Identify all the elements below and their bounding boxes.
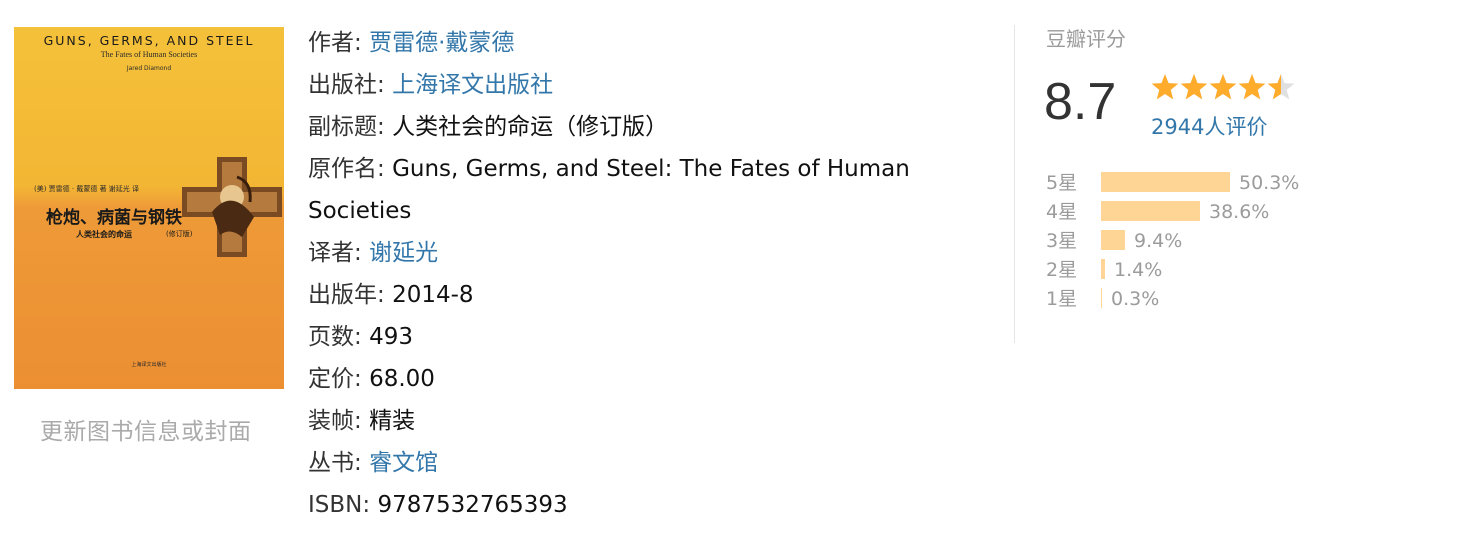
star-icon	[1267, 74, 1295, 100]
rating-percent: 38.6%	[1209, 201, 1270, 223]
subtitle-value: 人类社会的命运（修订版）	[392, 114, 669, 140]
original-title-label: 原作名:	[308, 156, 385, 182]
cover-author-en: Jared Diamond	[126, 65, 172, 72]
rating-row-label: 2星	[1046, 259, 1078, 281]
publish-year-label: 出版年:	[308, 282, 385, 308]
rating-bar	[1101, 172, 1230, 192]
rating-row-2: 2星 1.4%	[1046, 256, 1346, 285]
rating-bar	[1101, 259, 1105, 279]
price-row: 定价: 68.00	[308, 358, 968, 400]
translator-row: 译者: 谢延光	[308, 232, 968, 274]
rating-percent: 0.3%	[1111, 288, 1160, 310]
rating-row-label: 1星	[1046, 288, 1078, 310]
isbn-row: ISBN: 9787532765393	[308, 484, 968, 526]
price-value: 68.00	[369, 366, 435, 392]
rating-bar	[1101, 288, 1102, 308]
book-cover[interactable]: GUNS, GERMS, AND STEEL The Fates of Huma…	[14, 27, 284, 389]
section-divider	[1014, 25, 1015, 343]
series-label: 丛书:	[308, 450, 362, 476]
publisher-label: 出版社:	[308, 72, 385, 98]
rating-score: 8.7	[1044, 73, 1117, 131]
rating-distribution: 5星 50.3% 4星 38.6% 3星 9.4% 2星 1.4% 1星 0.3…	[1046, 169, 1346, 314]
update-book-info-link[interactable]: 更新图书信息或封面	[40, 412, 252, 446]
series-row: 丛书: 睿文馆	[308, 442, 968, 484]
price-label: 定价:	[308, 366, 362, 392]
rating-row-label: 5星	[1046, 172, 1078, 194]
cover-title-cn: 枪炮、病菌与钢铁	[46, 208, 182, 228]
rating-row-3: 3星 9.4%	[1046, 227, 1346, 256]
rating-title: 豆瓣评分	[1046, 27, 1126, 51]
author-label: 作者:	[308, 30, 362, 56]
original-title-value: Guns, Germs, and Steel: The Fates of Hum…	[308, 156, 910, 224]
cover-subtitle-en: The Fates of Human Societies	[100, 50, 198, 59]
star-icon	[1151, 74, 1179, 100]
cover-publisher: 上海译文出版社	[131, 362, 167, 368]
isbn-value: 9787532765393	[377, 492, 568, 518]
book-info: 作者: 贾雷德·戴蒙德 出版社: 上海译文出版社 副标题: 人类社会的命运（修订…	[308, 22, 968, 526]
rating-stars	[1151, 73, 1301, 107]
publish-year-value: 2014-8	[392, 282, 474, 308]
pages-value: 493	[369, 324, 413, 350]
cover-subtitle-cn: 人类社会的命运	[76, 230, 132, 239]
series-link[interactable]: 睿文馆	[369, 450, 438, 476]
author-row: 作者: 贾雷德·戴蒙德	[308, 22, 968, 64]
rating-percent: 9.4%	[1134, 230, 1183, 252]
isbn-label: ISBN:	[308, 492, 371, 518]
cover-edition-cn: (修订版)	[166, 230, 193, 238]
publisher-link[interactable]: 上海译文出版社	[392, 72, 553, 98]
publish-year-row: 出版年: 2014-8	[308, 274, 968, 316]
cover-artwork	[182, 157, 282, 257]
binding-row: 装帧: 精装	[308, 400, 968, 442]
cover-title-en: GUNS, GERMS, AND STEEL	[43, 33, 255, 48]
star-icon	[1180, 74, 1208, 100]
rating-percent: 50.3%	[1239, 172, 1300, 194]
subtitle-label: 副标题:	[308, 114, 385, 140]
publisher-row: 出版社: 上海译文出版社	[308, 64, 968, 106]
rating-bar	[1101, 201, 1200, 221]
binding-label: 装帧:	[308, 408, 362, 434]
rating-row-4: 4星 38.6%	[1046, 198, 1346, 227]
author-link[interactable]: 贾雷德·戴蒙德	[369, 30, 514, 56]
rating-row-label: 4星	[1046, 201, 1078, 223]
subtitle-row: 副标题: 人类社会的命运（修订版）	[308, 106, 968, 148]
cover-credits: (美) 贾雷德 · 戴蒙德 著 谢延光 译	[34, 185, 140, 193]
rating-percent: 1.4%	[1114, 259, 1163, 281]
star-icon	[1238, 74, 1266, 100]
rating-row-5: 5星 50.3%	[1046, 169, 1346, 198]
original-title-row: 原作名: Guns, Germs, and Steel: The Fates o…	[308, 148, 948, 232]
star-icon	[1209, 74, 1237, 100]
rating-bar	[1101, 230, 1125, 250]
translator-link[interactable]: 谢延光	[369, 240, 438, 266]
rating-row-label: 3星	[1046, 230, 1078, 252]
votes-count-link[interactable]: 2944人评价	[1151, 111, 1267, 141]
pages-row: 页数: 493	[308, 316, 968, 358]
binding-value: 精装	[369, 408, 416, 434]
rating-row-1: 1星 0.3%	[1046, 285, 1346, 314]
pages-label: 页数:	[308, 324, 362, 350]
translator-label: 译者:	[308, 240, 362, 266]
